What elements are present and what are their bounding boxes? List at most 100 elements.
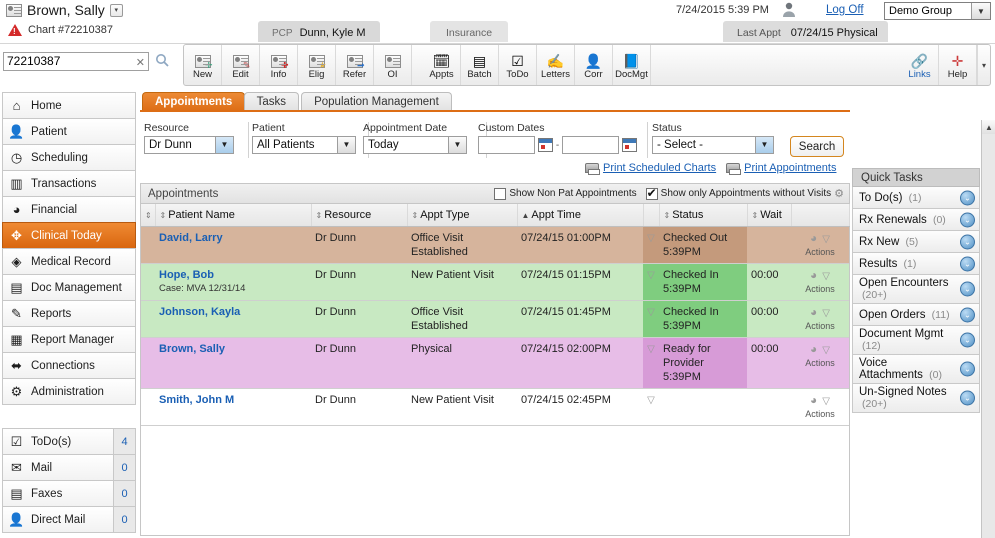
patient-menu-caret-icon[interactable]: ▾	[109, 3, 123, 17]
sidebar-item-transactions[interactable]: ▥ Transactions	[2, 170, 136, 197]
col-patient-name[interactable]: ⇕ Patient Name	[155, 204, 312, 227]
cell-actions[interactable]: ◕ ▽ Actions	[791, 226, 849, 264]
appt-date-select[interactable]: Today ▼	[363, 136, 467, 154]
show-without-visits-checkbox[interactable]	[645, 186, 658, 200]
chevron-down-icon[interactable]: ▽	[647, 395, 655, 406]
toolbar-button-docmgt[interactable]: 📘 DocMgt	[613, 45, 651, 85]
col-appt-time[interactable]: ▲ Appt Time	[517, 204, 644, 227]
quick-task-un-signed-notes[interactable]: Un-Signed Notes (20+) ⌄	[852, 384, 980, 413]
toolbar-overflow-caret-icon[interactable]: ▾	[977, 45, 990, 85]
cell-actions[interactable]: ◕ ▽ Actions	[791, 300, 849, 338]
chevron-down-icon[interactable]: ▼	[448, 137, 466, 153]
toolbar-button-help[interactable]: ✛ Help	[939, 45, 977, 85]
row-select-cell[interactable]	[141, 226, 155, 264]
toolbar-button-edit[interactable]: ✎ Edit	[222, 45, 260, 85]
print-link[interactable]: Print Scheduled Charts	[603, 162, 716, 174]
chart-icon[interactable]: ◕	[810, 231, 817, 245]
quick-task-voice-attachments[interactable]: Voice Attachments (0) ⌄	[852, 355, 980, 384]
insurance-tab[interactable]: Insurance	[430, 21, 509, 42]
expand-chevron-icon[interactable]: ⌄	[960, 307, 975, 322]
col-status[interactable]: ⇕ Status	[659, 204, 748, 227]
right-scrollbar[interactable]: ▲	[981, 120, 995, 538]
actions-caret-icon[interactable]: ▽	[822, 345, 830, 356]
cell-actions[interactable]: ◕ ▽ Actions	[791, 263, 849, 301]
cell-patient-name[interactable]: Johnson, Kayla	[155, 300, 311, 338]
sidebar-item-patient[interactable]: 👤 Patient	[2, 118, 136, 145]
actions-caret-icon[interactable]: ▽	[822, 396, 830, 407]
quick-task-rx-renewals[interactable]: Rx Renewals (0) ⌄	[852, 209, 980, 231]
alert-triangle-icon[interactable]	[8, 24, 22, 36]
cell-patient-name[interactable]: Smith, John M	[155, 388, 311, 426]
calendar-icon[interactable]	[538, 138, 553, 152]
sidebar-inbox-mail[interactable]: ✉ Mail 0	[2, 454, 136, 481]
col-appt-type[interactable]: ⇕ Appt Type	[407, 204, 518, 227]
chart-icon[interactable]: ◕	[810, 393, 817, 407]
sidebar-inbox-direct-mail[interactable]: 👤 Direct Mail 0	[2, 506, 136, 533]
patient-name-link[interactable]: Smith, John M	[159, 394, 234, 406]
chevron-down-icon[interactable]: ▽	[647, 307, 655, 318]
quick-task-to-do-s-[interactable]: To Do(s) (1) ⌄	[852, 187, 980, 209]
chevron-down-icon[interactable]: ▼	[971, 3, 990, 19]
custom-date-to-input[interactable]	[562, 136, 620, 154]
show-non-pat-checkbox[interactable]	[494, 187, 507, 200]
status-dropdown-cell[interactable]: ▽	[643, 337, 659, 389]
chart-icon[interactable]: ◕	[810, 268, 817, 282]
expand-chevron-icon[interactable]: ⌄	[960, 190, 975, 205]
status-dropdown-cell[interactable]: ▽	[643, 300, 659, 338]
col-select[interactable]: ⇕	[141, 204, 156, 227]
actions-caret-icon[interactable]: ▽	[822, 308, 830, 319]
patient-select[interactable]: All Patients ▼	[252, 136, 356, 154]
pcp-tab[interactable]: PCP Dunn, Kyle M	[258, 21, 380, 42]
table-row[interactable]: David, Larry Dr Dunn Office Visit Establis…	[141, 226, 849, 264]
row-select-cell[interactable]	[141, 263, 155, 301]
toolbar-button-new[interactable]: ✛ New	[184, 45, 222, 85]
toolbar-button-appts[interactable]: 🗓 Appts	[423, 45, 461, 85]
row-select-cell[interactable]	[141, 388, 155, 426]
expand-chevron-icon[interactable]: ⌄	[960, 281, 975, 297]
sidebar-item-medical-record[interactable]: ◈ Medical Record	[2, 248, 136, 275]
row-select-cell[interactable]	[141, 337, 155, 389]
group-select[interactable]: Demo Group ▼	[884, 2, 991, 20]
toolbar-button-batch[interactable]: ▤ Batch	[461, 45, 499, 85]
quick-task-results[interactable]: Results (1) ⌄	[852, 253, 980, 275]
status-dropdown-cell[interactable]: ▽	[643, 263, 659, 301]
scroll-up-arrow-icon[interactable]: ▲	[982, 120, 995, 134]
expand-chevron-icon[interactable]: ⌄	[960, 212, 975, 227]
chevron-down-icon[interactable]: ▽	[647, 344, 655, 355]
sidebar-item-financial[interactable]: ◕ Financial	[2, 196, 136, 223]
toolbar-button-todo[interactable]: ☑ ToDo	[499, 45, 537, 85]
sidebar-item-connections[interactable]: ⬌ Connections	[2, 352, 136, 379]
patient-name-link[interactable]: David, Larry	[159, 232, 223, 244]
clear-search-icon[interactable]: ✕	[136, 55, 145, 72]
sidebar-inbox-faxes[interactable]: ▤ Faxes 0	[2, 480, 136, 507]
sidebar-item-scheduling[interactable]: ◷ Scheduling	[2, 144, 136, 171]
search-icon[interactable]	[155, 53, 170, 71]
actions-caret-icon[interactable]: ▽	[822, 271, 830, 282]
quick-task-open-orders[interactable]: Open Orders (11) ⌄	[852, 304, 980, 326]
toolbar-button-letters[interactable]: ✍ Letters	[537, 45, 575, 85]
chevron-down-icon[interactable]: ▼	[337, 137, 355, 153]
sidebar-item-administration[interactable]: ⚙ Administration	[2, 378, 136, 405]
table-row[interactable]: Hope, Bob Case: MVA 12/31/14 Dr Dunn New Pa…	[141, 263, 849, 301]
log-off-link[interactable]: Log Off	[826, 4, 864, 16]
actions-caret-icon[interactable]: ▽	[822, 234, 830, 245]
sidebar-item-report-manager[interactable]: ▦ Report Manager	[2, 326, 136, 353]
status-select[interactable]: - Select - ▼	[652, 136, 774, 154]
quick-task-rx-new[interactable]: Rx New (5) ⌄	[852, 231, 980, 253]
search-input[interactable]: 72210387 ✕	[3, 52, 149, 71]
sidebar-item-doc-management[interactable]: ▤ Doc Management	[2, 274, 136, 301]
col-wait[interactable]: ⇕ Wait	[747, 204, 792, 227]
row-select-cell[interactable]	[141, 300, 155, 338]
toolbar-button-info[interactable]: ✚ Info	[260, 45, 298, 85]
search-button[interactable]: Search	[790, 136, 844, 157]
expand-chevron-icon[interactable]: ⌄	[960, 390, 975, 406]
status-dropdown-cell[interactable]: ▽	[643, 226, 659, 264]
sidebar-inbox-todo-s-[interactable]: ☑ ToDo(s) 4	[2, 428, 136, 455]
cell-actions[interactable]: ◕ ▽ Actions	[791, 388, 849, 426]
toolbar-button-links[interactable]: 🔗 Links	[901, 45, 939, 85]
sidebar-item-clinical-today[interactable]: ✥ Clinical Today	[2, 222, 136, 249]
status-dropdown-cell[interactable]: ▽	[643, 388, 659, 426]
sidebar-item-reports[interactable]: ✎ Reports	[2, 300, 136, 327]
toolbar-button-corr[interactable]: 👤 Corr	[575, 45, 613, 85]
toolbar-button-elig[interactable]: ★ Elig	[298, 45, 336, 85]
